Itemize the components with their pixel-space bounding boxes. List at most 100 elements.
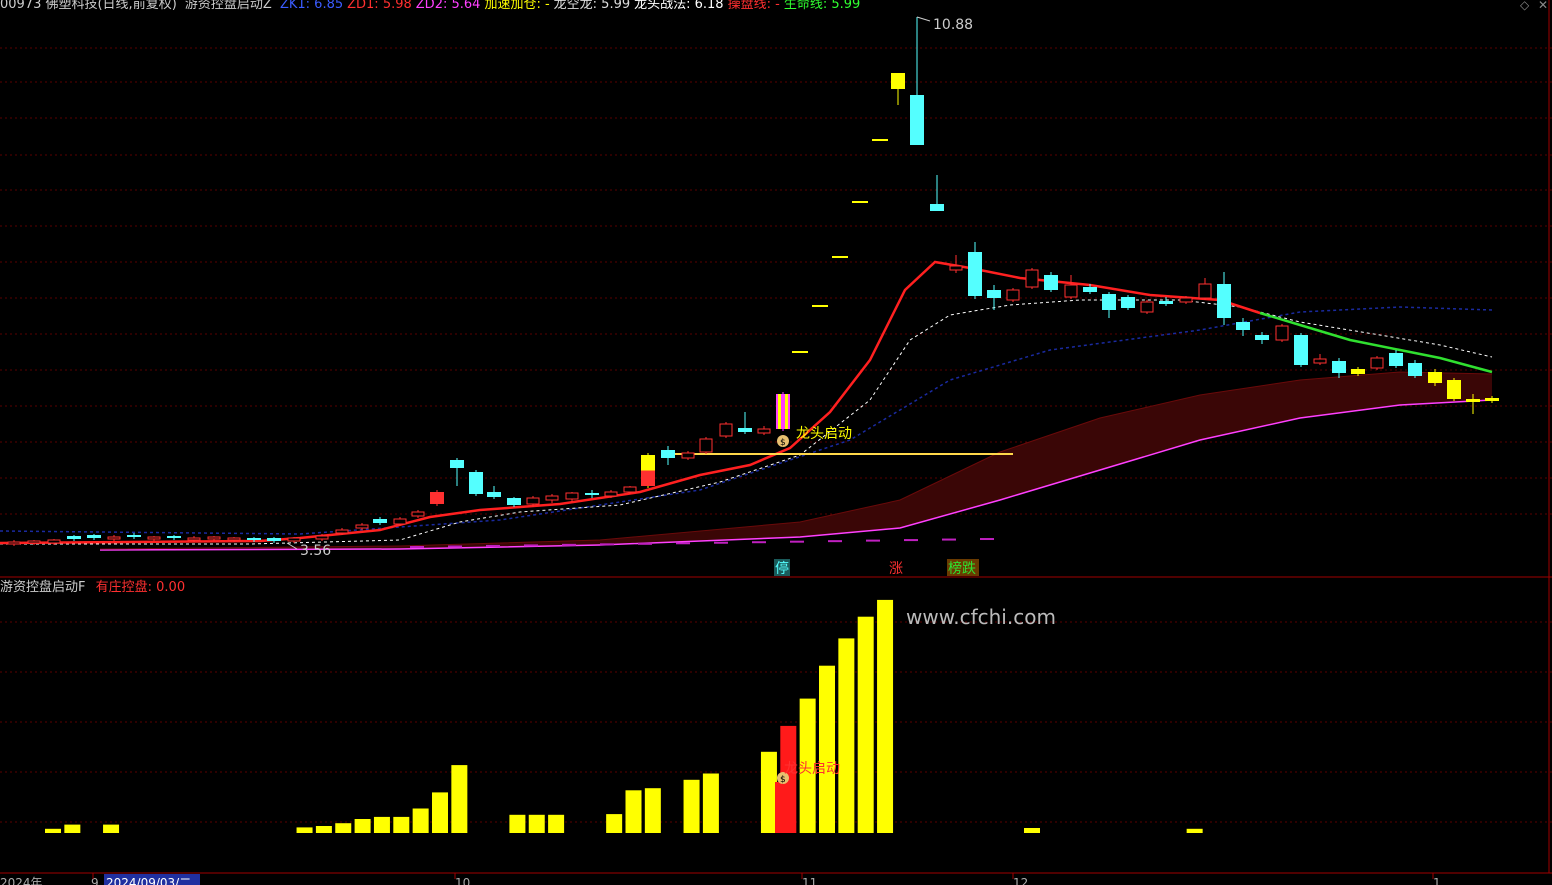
support-band — [99, 371, 1493, 551]
candle[interactable] — [411, 510, 425, 518]
volume-bar[interactable] — [606, 814, 623, 833]
candle-body — [335, 529, 349, 534]
candle[interactable] — [1140, 300, 1154, 314]
volume-bar[interactable] — [528, 814, 545, 833]
volume-bar[interactable] — [64, 824, 81, 833]
volume-bar[interactable] — [683, 779, 700, 833]
candle[interactable] — [681, 451, 695, 460]
candle[interactable] — [1332, 358, 1346, 378]
signal-volume-bar[interactable] — [775, 782, 791, 833]
candle[interactable] — [1102, 292, 1116, 318]
volume-bar[interactable] — [412, 808, 429, 834]
candle[interactable] — [1006, 288, 1020, 302]
candle-body — [949, 265, 963, 271]
candle[interactable] — [872, 139, 888, 141]
candle[interactable] — [891, 73, 905, 105]
candle-body — [1294, 335, 1308, 365]
candle[interactable] — [167, 535, 181, 540]
volume-bar[interactable] — [296, 827, 313, 833]
candle[interactable] — [127, 533, 141, 539]
volume-bar[interactable] — [644, 788, 661, 833]
stock-chart[interactable]: 10.883.56$龙头启动停涨榜跌$龙头启动www.cfchi.com2024… — [0, 0, 1552, 885]
candle[interactable] — [1044, 272, 1058, 292]
candle[interactable] — [776, 392, 790, 431]
candle[interactable] — [987, 285, 1001, 310]
candle[interactable] — [1275, 324, 1289, 342]
candle[interactable] — [1064, 275, 1078, 299]
candle[interactable] — [450, 458, 464, 486]
volume-bar[interactable] — [373, 816, 390, 833]
candle[interactable] — [757, 426, 771, 435]
volume-bar[interactable] — [838, 638, 855, 833]
candle[interactable] — [1217, 272, 1231, 325]
candle[interactable] — [1121, 295, 1135, 310]
sub-indicator-name[interactable]: 游资控盘启动F — [0, 580, 85, 595]
candle[interactable] — [1447, 378, 1461, 401]
candle[interactable] — [267, 537, 281, 543]
candlestick-series[interactable] — [7, 17, 1499, 546]
candle[interactable] — [147, 536, 161, 541]
candle[interactable] — [507, 497, 521, 507]
volume-series[interactable] — [45, 599, 1203, 834]
indicator-value-4: 龙空龙: 5.99 — [553, 0, 631, 12]
candle[interactable] — [852, 201, 868, 203]
candle[interactable] — [930, 175, 944, 211]
candle[interactable] — [812, 305, 828, 307]
candle[interactable] — [910, 17, 924, 145]
candle[interactable] — [287, 537, 301, 543]
volume-bar[interactable] — [354, 819, 371, 833]
candle[interactable] — [1408, 360, 1422, 378]
candle-body — [1275, 325, 1289, 341]
volume-bar[interactable] — [103, 824, 120, 833]
stock-title[interactable]: 00973 佛塑科技(日线,前复权) — [0, 0, 177, 12]
volume-bar[interactable] — [509, 814, 526, 833]
diamond-icon[interactable]: ◇ — [1520, 0, 1529, 12]
price-grid — [0, 0, 1552, 874]
candle[interactable] — [1294, 333, 1308, 367]
volume-bar[interactable] — [702, 773, 719, 834]
close-icon[interactable]: ✕ — [1538, 0, 1548, 12]
candle[interactable] — [699, 437, 713, 454]
candle[interactable] — [67, 535, 81, 541]
indicator-name[interactable]: 游资控盘启动Z — [185, 0, 272, 12]
volume-bar[interactable] — [45, 828, 61, 833]
volume-bar[interactable] — [335, 823, 352, 833]
volume-bar[interactable] — [625, 790, 642, 833]
candle[interactable] — [487, 486, 501, 499]
candle-body — [812, 305, 828, 307]
candle[interactable] — [1198, 278, 1212, 300]
candle[interactable] — [1236, 318, 1250, 336]
volume-bar[interactable] — [451, 765, 468, 833]
volume-bar[interactable] — [315, 826, 332, 833]
candle[interactable] — [545, 494, 559, 503]
indicator-values: ZK1: 6.85 ZD1: 5.98 ZD2: 5.64 加速加仓: - 龙空龙: 5… — [280, 0, 864, 12]
candle[interactable] — [107, 535, 121, 541]
volume-bar[interactable] — [857, 616, 874, 833]
candle[interactable] — [373, 517, 387, 525]
candle[interactable] — [792, 351, 808, 353]
volume-bar[interactable] — [760, 751, 777, 833]
volume-bar[interactable] — [819, 665, 835, 833]
candle[interactable] — [1313, 354, 1327, 365]
candle[interactable] — [87, 534, 101, 540]
volume-bar[interactable] — [548, 814, 565, 833]
candle[interactable] — [661, 446, 675, 465]
candle[interactable] — [641, 453, 655, 488]
candle[interactable] — [738, 412, 752, 434]
candle[interactable] — [585, 490, 599, 498]
candle[interactable] — [430, 490, 444, 506]
candle[interactable] — [1370, 356, 1384, 370]
candle[interactable] — [7, 540, 21, 546]
candle[interactable] — [968, 242, 982, 299]
candle[interactable] — [832, 256, 848, 258]
volume-bar[interactable] — [432, 792, 448, 833]
candle-body — [1006, 289, 1020, 301]
volume-bar[interactable] — [393, 816, 410, 833]
volume-bar[interactable] — [1186, 828, 1203, 833]
candle[interactable] — [469, 470, 483, 496]
candle[interactable] — [1025, 268, 1039, 289]
candle-stripe — [781, 394, 785, 429]
candle[interactable] — [719, 422, 733, 438]
volume-bar[interactable] — [877, 599, 894, 833]
candle[interactable] — [1389, 350, 1403, 368]
